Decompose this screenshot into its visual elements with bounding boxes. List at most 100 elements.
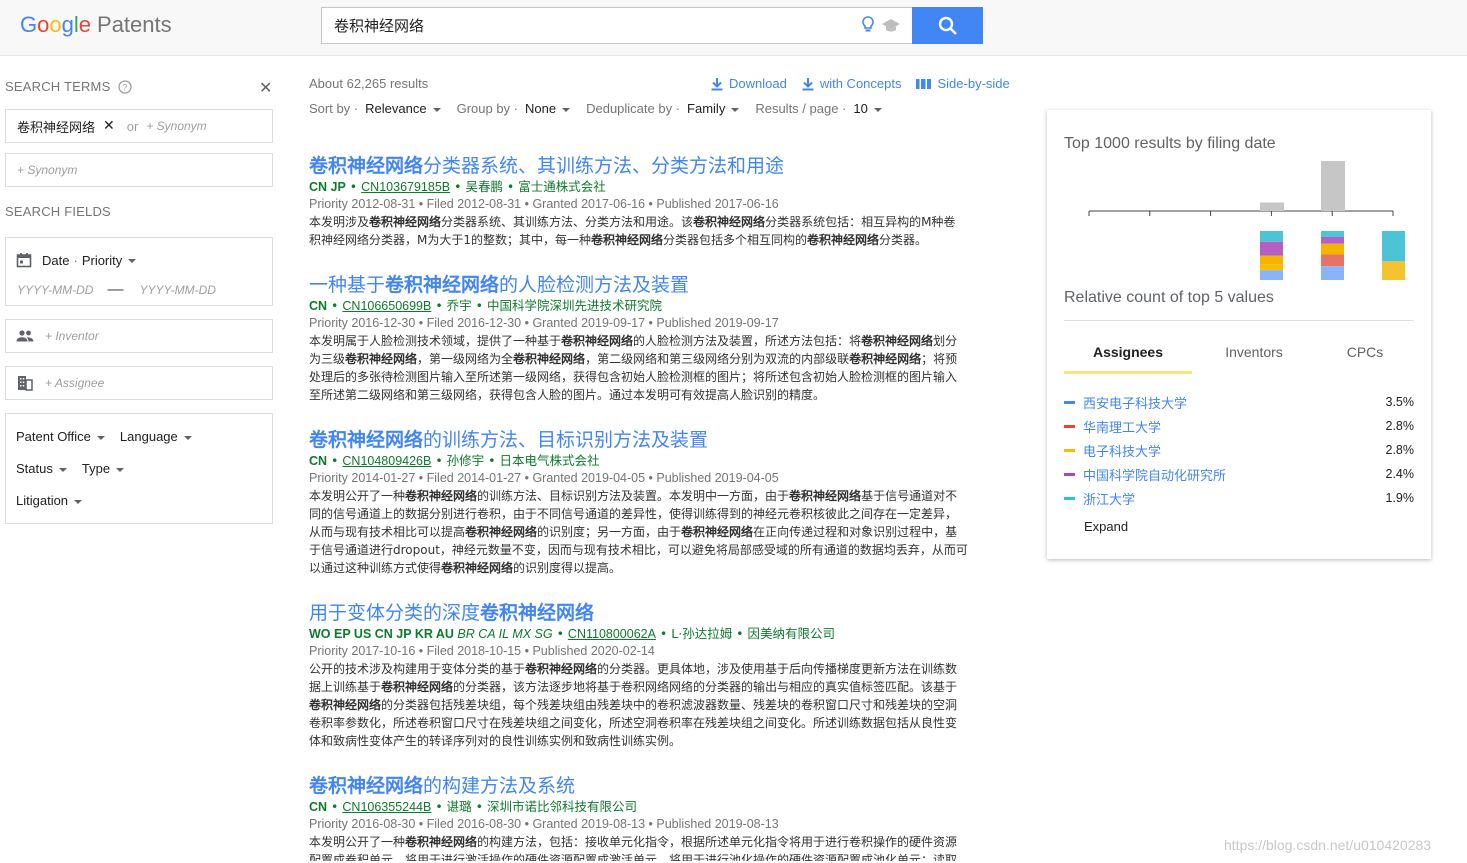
dropdown-caret-icon [96,435,105,440]
calendar-icon [16,253,32,268]
filters-box: Patent Office Language Status Type Litig… [5,413,273,524]
download-with-concepts-link[interactable]: with Concepts [802,76,901,91]
assignee-row[interactable]: 电子科技大学 2.8% [1064,438,1414,462]
date-to-input[interactable]: YYYY-MM-DD [139,283,215,297]
svg-text:?: ? [123,82,128,92]
status-filter[interactable]: Status [16,461,67,476]
filing-date-timeline[interactable] [1077,155,1417,285]
download-icon [802,77,814,90]
result-meta: WO EP US CN JP KR AU BR CA IL MX SG • CN… [309,626,836,641]
timeline-title: Top 1000 results by filing date [1064,135,1276,152]
language-filter[interactable]: Language [120,429,192,444]
search-term-row: 卷积神经网络 ✕ or + Synonym [5,109,273,143]
assignee-row[interactable]: 中国科学院自动化研究所 2.4% [1064,462,1414,486]
sort-by-dropdown[interactable]: Sort by · Relevance [309,101,441,116]
result-snippet: 本发明公开了一种卷积神经网络的构建方法，包括：接收单元化指令，根据所述单元化指令… [309,835,958,861]
relative-count-title: Relative count of top 5 values [1064,289,1274,306]
result-dates: Priority 2014-01-27 • Filed 2014-01-27 •… [309,471,779,485]
result-item: 卷积神经网络的训练方法、目标识别方法及装置 CN • CN104809426B … [309,429,1019,577]
result-dates: Priority 2016-12-30 • Filed 2016-12-30 •… [309,316,779,330]
columns-icon [916,78,932,89]
date-type-dropdown[interactable]: Priority [82,253,137,268]
result-snippet: 公开的技术涉及构建用于变体分类的基于卷积神经网络的分类器。更具体地，涉及使用基于… [309,662,958,748]
dropdown-caret-icon [116,467,125,472]
patent-number-link[interactable]: CN110800062A [568,627,656,641]
result-meta: CN JP • CN103679185B • 吴春鹏 • 富士通株式会社 [309,179,606,194]
tab-inventors[interactable]: Inventors [1192,334,1316,374]
search-button[interactable] [912,7,983,44]
expand-link[interactable]: Expand [1084,519,1128,534]
synonym-input[interactable]: + Synonym [146,119,206,133]
new-synonym-input[interactable]: + Synonym [5,153,273,187]
assignee-row[interactable]: 华南理工大学 2.8% [1064,414,1414,438]
result-title-link[interactable]: 一种基于卷积神经网络的人脸检测方法及装置 [309,274,1019,296]
date-filter: Date · Priority YYYY-MM-DD — YYYY-MM-DD [5,237,273,306]
date-from-input[interactable]: YYYY-MM-DD [17,283,93,297]
stacked-segment [1321,231,1344,237]
dropdown-caret-icon [58,467,67,472]
remove-term-icon[interactable]: ✕ [103,118,115,134]
legend-swatch [1064,496,1075,500]
results-per-page-dropdown[interactable]: Results / page · 10 [755,101,882,116]
scholar-cap-icon[interactable] [881,17,901,33]
download-icon [711,77,723,90]
tab-assignees[interactable]: Assignees [1064,334,1192,374]
tab-cpcs[interactable]: CPCs [1316,334,1414,374]
result-title-link[interactable]: 卷积神经网络的构建方法及系统 [309,775,1019,797]
results-options: Sort by · Relevance Group by · None Dedupl… [309,101,898,116]
stacked-segment [1321,266,1344,280]
patent-number-link[interactable]: CN106650699B [342,299,431,313]
result-meta: CN • CN104809426B • 孙修宇 • 日本电气株式会社 [309,453,600,468]
search-icon [938,16,957,35]
result-dates: Priority 2012-08-31 • Filed 2012-08-31 •… [309,197,779,211]
deduplicate-by-dropdown[interactable]: Deduplicate by · Family [586,101,740,116]
dropdown-caret-icon [562,107,571,112]
help-icon[interactable]: ? [118,79,133,94]
result-meta: CN • CN106650699B • 乔宇 • 中国科学院深圳先进技术研究院 [309,298,662,313]
building-icon [18,376,33,391]
result-snippet: 本发明涉及卷积神经网络分类器系统、其训练方法、分类方法和用途。该卷积神经网络分类… [309,215,956,247]
legend-swatch [1064,472,1075,476]
side-by-side-link[interactable]: Side-by-side [916,76,1010,91]
dropdown-caret-icon [74,499,83,504]
stacked-segment [1321,236,1344,244]
term-chip: 卷积神经网络 [17,120,96,136]
timeline-bar [1321,161,1345,211]
result-title-link[interactable]: 卷积神经网络分类器系统、其训练方法、分类方法和用途 [309,155,1019,177]
type-filter[interactable]: Type [82,461,125,476]
result-title-link[interactable]: 卷积神经网络的训练方法、目标识别方法及装置 [309,429,1019,451]
group-by-dropdown[interactable]: Group by · None [457,101,571,116]
stacked-segment [1321,254,1344,267]
assignee-input[interactable]: + Assignee [5,366,273,400]
google-patents-logo[interactable]: Google Patents [20,12,172,38]
legend-swatch [1064,400,1075,404]
litigation-filter[interactable]: Litigation [16,493,83,508]
inventor-input[interactable]: + Inventor [5,319,273,353]
legend-swatch [1064,424,1075,428]
patent-number-link[interactable]: CN104809426B [342,454,431,468]
top-bar: Google Patents [0,0,1467,56]
stacked-segment [1260,255,1283,265]
result-title-link[interactable]: 用于变体分类的深度卷积神经网络 [309,602,1019,624]
watermark: https://blog.csdn.net/u010420283 [1224,837,1432,853]
patent-office-filter[interactable]: Patent Office [16,429,105,444]
download-link[interactable]: Download [711,76,787,91]
stats-card: Top 1000 results by filing date Relative… [1047,110,1431,559]
results-count: About 62,265 results [309,76,429,91]
search-input[interactable] [322,8,842,43]
stacked-segment [1260,264,1283,271]
dropdown-caret-icon [183,435,192,440]
dropdown-caret-icon [873,107,882,112]
results-actions: Download with Concepts Side-by-side [711,76,1025,91]
patent-number-link[interactable]: CN103679185B [361,180,450,194]
clear-terms-close-icon[interactable]: ✕ [259,78,272,98]
lightbulb-icon[interactable] [861,16,875,34]
result-meta: CN • CN106355244B • 谌璐 • 深圳市诺比邻科技有限公司 [309,799,637,814]
assignee-row[interactable]: 西安电子科技大学 3.5% [1064,390,1414,414]
search-fields-heading: SEARCH FIELDS [5,204,111,219]
patent-number-link[interactable]: CN106355244B [342,800,431,814]
result-dates: Priority 2016-08-30 • Filed 2016-08-30 •… [309,817,779,831]
assignee-row[interactable]: 浙江大学 1.9% [1064,486,1414,510]
stacked-segment [1321,243,1344,255]
dropdown-caret-icon [128,259,137,264]
